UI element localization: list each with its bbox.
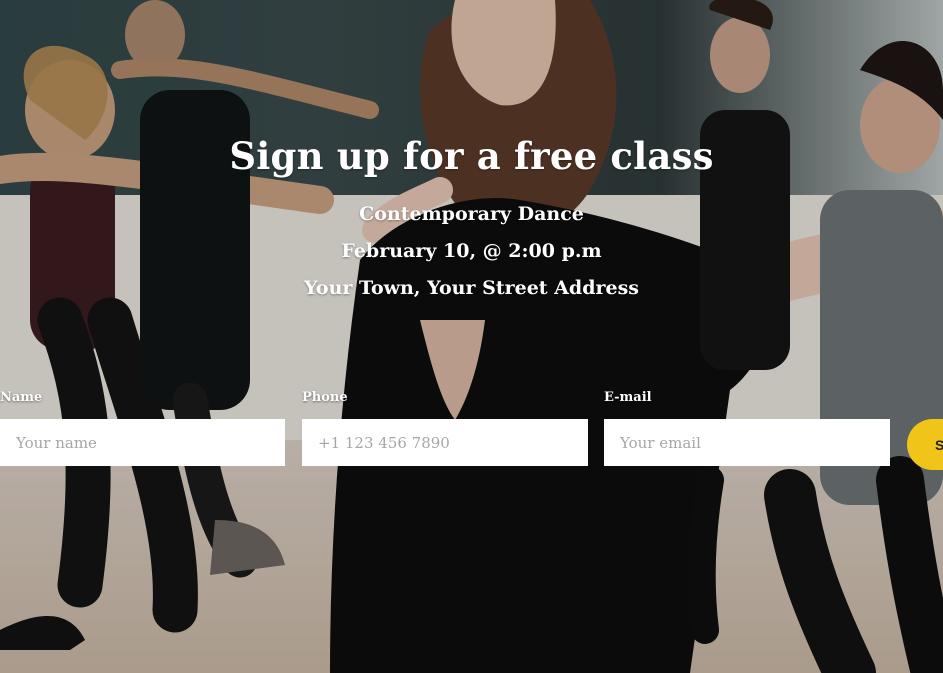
signup-hero: Sign up for a free class Contemporary Da… (0, 0, 943, 673)
page-title: Sign up for a free class (229, 134, 714, 178)
name-input[interactable] (0, 419, 285, 466)
phone-input[interactable] (302, 419, 588, 466)
phone-label: Phone (302, 390, 348, 405)
name-label: Name (0, 390, 43, 405)
class-address: Your Town, Your Street Address (304, 277, 639, 299)
email-label: E-mail (604, 390, 652, 405)
class-name: Contemporary Dance (359, 203, 584, 225)
signup-content: Sign up for a free class Contemporary Da… (0, 0, 943, 673)
class-date-time: February 10, @ 2:00 p.m (341, 240, 602, 262)
submit-button[interactable]: S (907, 419, 943, 470)
email-input[interactable] (604, 419, 890, 466)
